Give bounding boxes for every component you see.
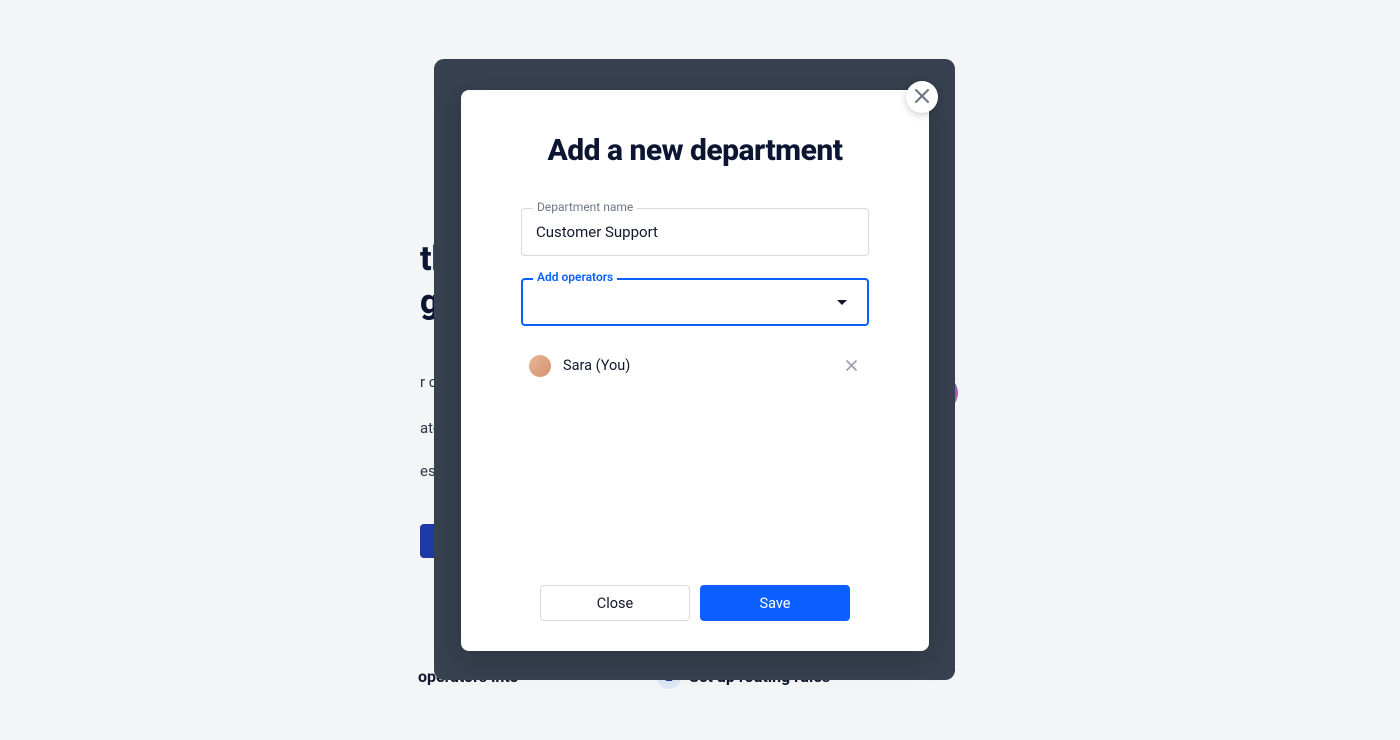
- department-name-field: Department name: [521, 208, 869, 256]
- dropdown-arrow-icon: [837, 300, 847, 305]
- add-operators-field: Add operators: [521, 278, 869, 326]
- close-icon: [846, 356, 857, 375]
- operator-list: Sara (You): [521, 348, 869, 383]
- add-department-modal: Add a new department Department name Add…: [461, 90, 929, 651]
- department-name-label: Department name: [533, 200, 637, 214]
- modal-title: Add a new department: [461, 133, 929, 168]
- close-button[interactable]: Close: [540, 585, 690, 621]
- close-icon: [915, 88, 929, 107]
- department-name-input[interactable]: [521, 208, 869, 256]
- modal-form: Department name Add operators Sara (You): [461, 168, 929, 585]
- operator-item: Sara (You): [521, 348, 869, 383]
- modal-footer: Close Save: [461, 585, 929, 651]
- operator-name: Sara (You): [563, 357, 842, 374]
- add-operators-label: Add operators: [533, 270, 617, 284]
- remove-operator-button[interactable]: [842, 352, 861, 379]
- modal-close-button[interactable]: [906, 81, 938, 113]
- add-operators-select[interactable]: [521, 278, 869, 326]
- save-button[interactable]: Save: [700, 585, 850, 621]
- avatar: [529, 355, 551, 377]
